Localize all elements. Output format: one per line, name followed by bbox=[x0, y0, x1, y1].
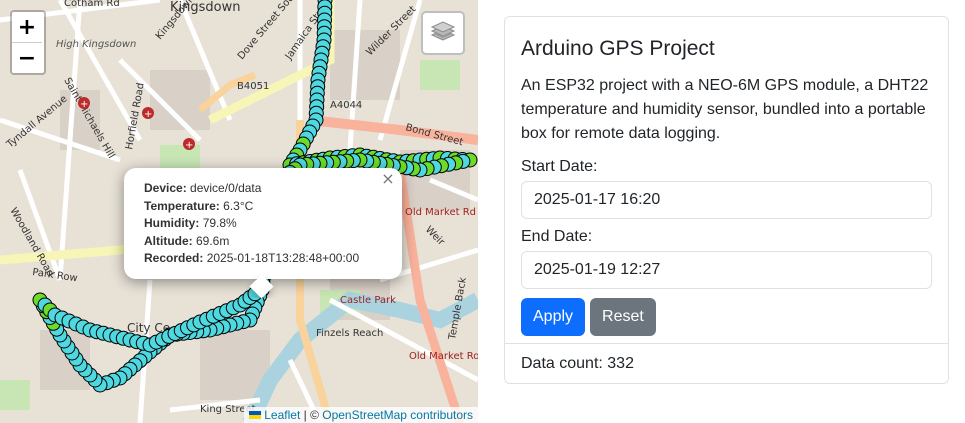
data-count: Data count: 332 bbox=[505, 343, 948, 383]
zoom-in-button[interactable]: + bbox=[12, 12, 42, 43]
apply-button[interactable]: Apply bbox=[521, 298, 586, 336]
popup-row-humidity: Humidity: 79.8% bbox=[144, 216, 237, 230]
gps-track-point[interactable] bbox=[247, 286, 263, 302]
svg-text:A4044: A4044 bbox=[330, 100, 362, 111]
svg-text:Castle Park: Castle Park bbox=[340, 295, 396, 306]
leaflet-link[interactable]: Leaflet bbox=[264, 408, 300, 422]
layers-icon bbox=[430, 21, 456, 41]
svg-text:High Kingsdown: High Kingsdown bbox=[56, 39, 136, 50]
svg-text:+: + bbox=[185, 140, 193, 151]
popup-close-button[interactable]: × bbox=[380, 171, 396, 187]
svg-text:B4051: B4051 bbox=[237, 81, 269, 92]
svg-text:+: + bbox=[144, 109, 152, 120]
map[interactable]: Kingsdown Cotham Rd Kingsdown Parade Dov… bbox=[0, 0, 478, 423]
end-date-input[interactable] bbox=[521, 251, 932, 289]
popup-row-recorded: Recorded: 2025-01-18T13:28:48+00:00 bbox=[144, 251, 360, 265]
map-attribution: Leaflet | © OpenStreetMap contributors bbox=[244, 407, 478, 423]
svg-text:Cotham Rd: Cotham Rd bbox=[64, 0, 120, 9]
svg-text:+: + bbox=[80, 99, 88, 110]
data-popup: × Device: device/0/data Temperature: 6.3… bbox=[124, 168, 402, 298]
svg-text:Old Market Ro: Old Market Ro bbox=[409, 351, 478, 362]
ukraine-flag-icon bbox=[249, 411, 262, 419]
start-date-input[interactable] bbox=[521, 181, 932, 219]
svg-text:Finzels Reach: Finzels Reach bbox=[316, 328, 383, 339]
start-date-label: Start Date: bbox=[521, 158, 598, 175]
popup-row-temperature: Temperature: 6.3°C bbox=[144, 198, 254, 213]
popup-row-device: Device: device/0/data bbox=[144, 181, 262, 195]
page-title: Arduino GPS Project bbox=[521, 37, 715, 60]
osm-link[interactable]: OpenStreetMap contributors bbox=[322, 408, 473, 422]
popup-row-altitude: Altitude: 69.6m bbox=[144, 233, 230, 248]
end-date-label: End Date: bbox=[521, 228, 593, 245]
zoom-out-button[interactable]: − bbox=[12, 43, 42, 73]
project-description: An ESP32 project with a NEO-6M GPS modul… bbox=[521, 77, 929, 142]
layers-button[interactable] bbox=[421, 11, 465, 55]
project-card: Arduino GPS Project An ESP32 project wit… bbox=[504, 16, 949, 384]
svg-text:Old Market Rd: Old Market Rd bbox=[405, 207, 476, 218]
zoom-control: + − bbox=[10, 10, 46, 75]
reset-button[interactable]: Reset bbox=[590, 298, 656, 336]
